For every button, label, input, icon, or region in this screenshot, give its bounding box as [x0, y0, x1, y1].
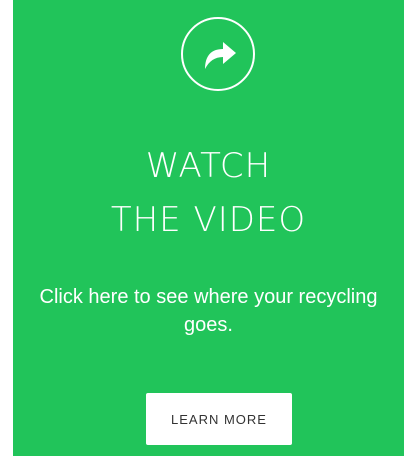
watch-video-card[interactable]: WATCH THE VIDEO Click here to see where …: [13, 0, 404, 456]
headline-the-video: THE VIDEO: [110, 200, 307, 240]
learn-more-button[interactable]: LEARN MORE: [146, 393, 292, 445]
card-description: Click here to see where your recycling g…: [39, 286, 378, 336]
share-arrow-icon: [181, 17, 255, 91]
headline-watch: WATCH: [145, 146, 272, 186]
